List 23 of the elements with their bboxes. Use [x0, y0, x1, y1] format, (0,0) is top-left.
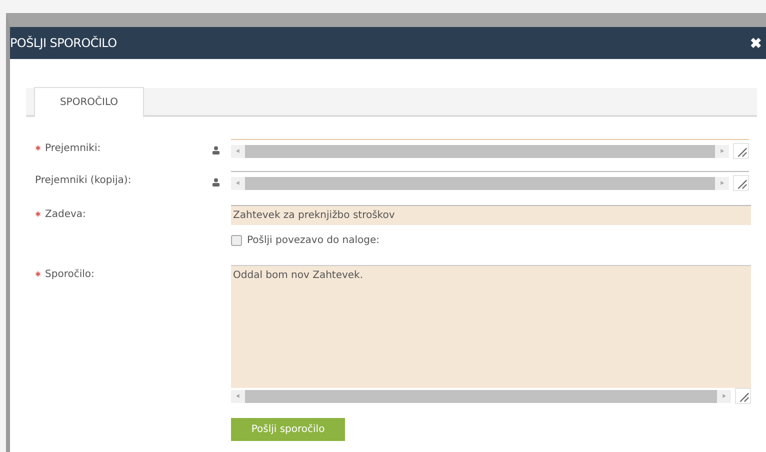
field-label: Prejemniki (kopija): — [35, 175, 132, 186]
checkbox-label: Pošlji povezavo do naloge: — [247, 235, 380, 246]
field-label: Zadeva: — [45, 209, 86, 220]
message-field[interactable]: Oddal bom nov Zahtevek. — [231, 265, 751, 406]
scroll-left-icon[interactable] — [234, 392, 242, 400]
resize-grip-icon — [733, 175, 749, 191]
person-icon — [212, 146, 220, 155]
subject-field[interactable]: Zahtevek za preknjižbo stroškov — [231, 205, 751, 225]
person-icon — [212, 178, 220, 187]
checkbox[interactable] — [231, 235, 242, 246]
dialog-title: POŠLJI SPOROČILO — [10, 36, 117, 50]
message-text: Oddal bom nov Zahtevek. — [232, 269, 364, 283]
scroll-right-icon[interactable] — [720, 392, 728, 400]
field-label: Sporočilo: — [45, 269, 94, 280]
close-button[interactable]: ✖ — [750, 35, 762, 51]
resize-grip-icon — [735, 388, 751, 404]
tab[interactable]: SPOROČILO — [34, 87, 144, 117]
scroll-right-icon[interactable] — [718, 147, 726, 155]
scroll-left-icon[interactable] — [234, 179, 242, 187]
scroll-right-icon[interactable] — [718, 179, 726, 187]
scroll-left-icon[interactable] — [234, 147, 242, 155]
resize-grip-icon — [733, 143, 749, 159]
field-label: Prejemniki: — [45, 143, 101, 154]
